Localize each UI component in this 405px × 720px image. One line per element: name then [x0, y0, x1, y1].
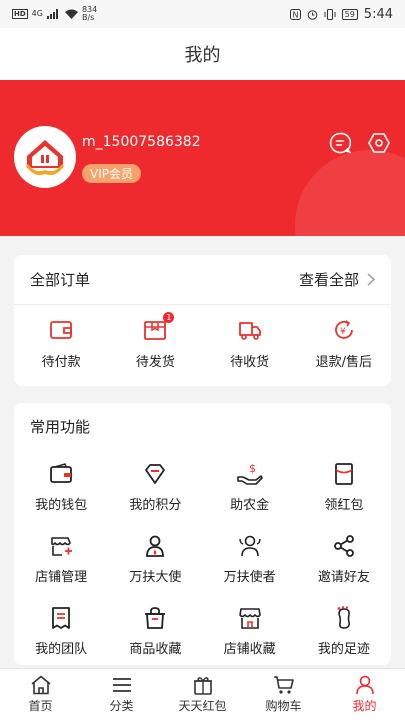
share-icon: [333, 535, 354, 557]
functions-title: 常用功能: [30, 417, 91, 436]
page-title: 我的: [184, 45, 221, 66]
avatar[interactable]: [14, 126, 76, 188]
menu-icon: [112, 678, 131, 692]
user-icon: [355, 675, 374, 695]
invite-friends[interactable]: 邀请好友: [297, 521, 391, 593]
tab-daily-red-packet[interactable]: 天天红包: [162, 669, 243, 720]
signal-icon: [46, 9, 58, 19]
order-pending-payment[interactable]: 待付款: [14, 305, 108, 385]
claim-red-packet[interactable]: 领红包: [297, 449, 391, 521]
store-management[interactable]: 店铺管理: [14, 521, 108, 593]
profile-banner: m_15007586382 VIP会员: [0, 80, 405, 236]
status-bar: HD 4G 834 B/s N 59 5:44: [0, 0, 405, 28]
red-packet-icon: [334, 463, 353, 485]
view-all-orders-link[interactable]: 查看全部: [299, 269, 375, 290]
store-icon: [238, 608, 261, 629]
chevron-right-icon: [367, 273, 375, 286]
page-header: 我的: [0, 28, 405, 80]
tab-category[interactable]: 分类: [81, 669, 162, 720]
footprint-icon: [337, 606, 350, 629]
refund-icon: ¥: [334, 320, 353, 339]
settings-icon[interactable]: [368, 132, 390, 154]
svg-text:¥: ¥: [340, 327, 346, 337]
username: m_15007586382: [82, 134, 201, 150]
wallet-icon: [50, 463, 73, 483]
functions-header: 常用功能: [14, 403, 391, 449]
my-team[interactable]: 我的团队: [14, 593, 108, 665]
orders-title: 全部订单: [30, 271, 91, 289]
clock: 5:44: [363, 6, 393, 22]
store-manage-icon: [51, 537, 73, 556]
document-icon: [52, 607, 71, 629]
wallet-icon: [50, 321, 73, 339]
battery-level: 59: [341, 8, 358, 20]
nfc-icon: N: [289, 8, 301, 20]
tab-home[interactable]: 首页: [0, 669, 81, 720]
svg-text:$: $: [249, 462, 256, 475]
envoy[interactable]: 万扶使者: [203, 521, 297, 593]
person-icon: [146, 535, 165, 557]
functions-card: 常用功能 我的钱包 我的积分 $ 助农金 领红包 店铺管理 万扶大使 万扶使者 …: [14, 403, 391, 665]
cart-icon: [273, 676, 294, 694]
my-wallet[interactable]: 我的钱包: [14, 449, 108, 521]
tab-mine[interactable]: 我的: [324, 669, 405, 720]
diamond-icon: [145, 464, 166, 484]
vip-badge[interactable]: VIP会员: [82, 164, 141, 183]
people-icon: [238, 535, 261, 557]
farm-aid-fund[interactable]: $ 助农金: [203, 449, 297, 521]
ambassador[interactable]: 万扶大使: [108, 521, 202, 593]
gift-icon: [193, 677, 212, 695]
bottom-tab-bar: 首页 分类 天天红包 购物车 我的: [0, 668, 405, 720]
house-logo-icon: [19, 131, 71, 183]
home-icon: [30, 675, 51, 695]
favorite-products[interactable]: 商品收藏: [108, 593, 202, 665]
order-pending-shipment[interactable]: 1 待发货: [108, 305, 202, 385]
hand-money-icon: $: [236, 462, 263, 485]
network-speed: 834 B/s: [81, 5, 98, 22]
my-points[interactable]: 我的积分: [108, 449, 202, 521]
pending-shipment-badge: 1: [163, 312, 175, 323]
favorite-stores[interactable]: 店铺收藏: [203, 593, 297, 665]
wifi-icon: [64, 9, 78, 19]
hd-indicator: HD: [12, 9, 28, 19]
network-type: 4G: [31, 9, 43, 18]
package-icon: [144, 321, 167, 340]
message-icon[interactable]: [329, 132, 351, 154]
order-refund[interactable]: ¥ 退款/售后: [297, 305, 391, 385]
orders-header: 全部订单 查看全部: [14, 255, 391, 305]
orders-card: 全部订单 查看全部 待付款 1 待发货 待收货 ¥ 退款/售后: [14, 255, 391, 386]
truck-icon: [238, 322, 261, 340]
decorative-circle: [295, 150, 405, 236]
tab-cart[interactable]: 购物车: [243, 669, 324, 720]
bag-icon: [145, 607, 166, 629]
alarm-icon: [307, 9, 317, 20]
vibrate-icon: [324, 8, 336, 20]
svg-text:N: N: [292, 10, 298, 19]
my-footprints[interactable]: 我的足迹: [297, 593, 391, 665]
order-pending-receipt[interactable]: 待收货: [203, 305, 297, 385]
